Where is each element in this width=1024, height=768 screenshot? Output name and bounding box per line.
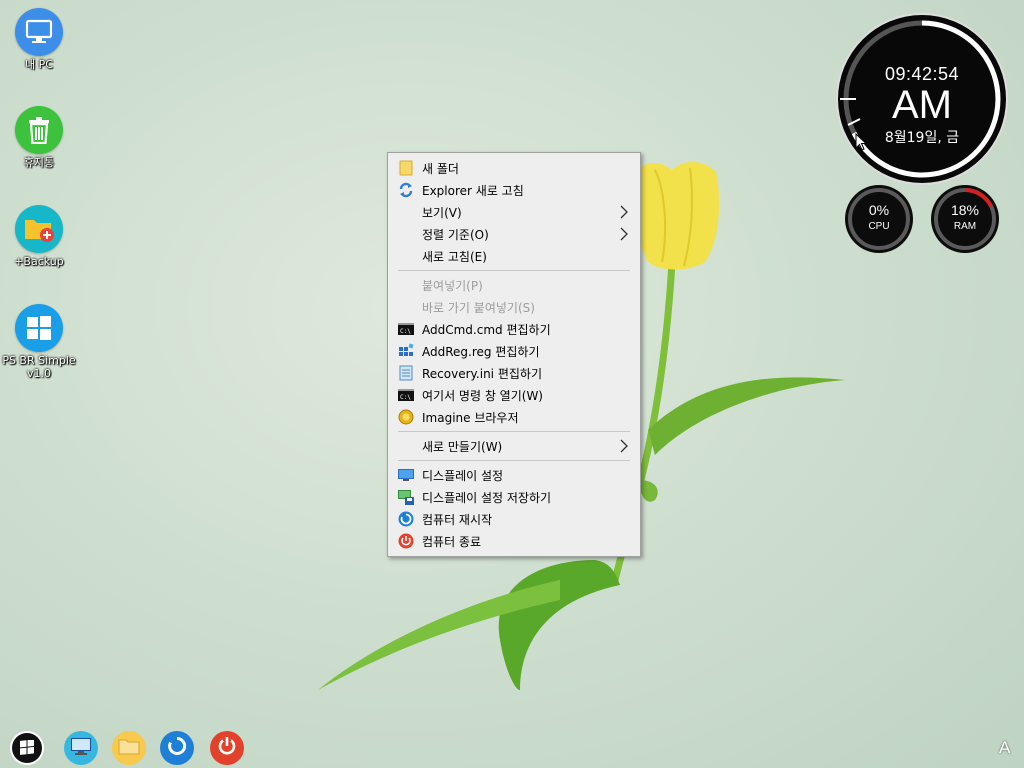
menu-item-display-settings[interactable]: 디스플레이 설정 (388, 464, 640, 486)
cmd-icon: C:\ (398, 321, 414, 337)
taskbar-this-pc[interactable] (64, 731, 98, 765)
restart-icon (166, 735, 188, 761)
menu-separator (398, 431, 630, 432)
menu-item-paste-shortcut[interactable]: 바로 가기 붙여넣기(S) (388, 296, 640, 318)
folder-icon (398, 160, 414, 176)
refresh-icon (398, 182, 414, 198)
start-button[interactable] (10, 731, 44, 765)
clock-ampm: AM (892, 83, 952, 127)
taskbar-file-explorer[interactable] (112, 731, 146, 765)
desktop-icon-recycle-bin[interactable]: 휴지통 (0, 106, 78, 169)
menu-item-label: 보기(V) (422, 205, 462, 220)
menu-item-sort-by[interactable]: 정렬 기준(O) (388, 223, 640, 245)
cmd-icon: C:\ (398, 387, 414, 403)
menu-item-edit-recovery[interactable]: Recovery.ini 편집하기 (388, 362, 640, 384)
power-icon (216, 735, 238, 761)
menu-item-label: 정렬 기준(O) (422, 227, 489, 242)
menu-item-new[interactable]: 새로 만들기(W) (388, 435, 640, 457)
taskbar-restart[interactable] (160, 731, 194, 765)
menu-item-refresh[interactable]: 새로 고침(E) (388, 245, 640, 267)
power-icon (398, 533, 414, 549)
menu-item-label: 컴퓨터 재시작 (422, 512, 493, 527)
menu-item-edit-addcmd[interactable]: C:\ AddCmd.cmd 편집하기 (388, 318, 640, 340)
taskbar-shutdown[interactable] (210, 731, 244, 765)
chevron-right-icon (620, 227, 628, 241)
menu-item-explorer-refresh[interactable]: Explorer 새로 고침 (388, 179, 640, 201)
save-display-icon (398, 489, 414, 505)
menu-item-new-folder[interactable]: 새 폴더 (388, 157, 640, 179)
desktop-icon-my-pc[interactable]: 내 PC (0, 8, 78, 71)
imagine-icon (398, 409, 414, 425)
trash-icon (15, 106, 63, 154)
svg-text:C:\: C:\ (400, 328, 411, 335)
menu-item-label: 붙여넣기(P) (422, 278, 483, 293)
folder-icon (118, 737, 140, 759)
registry-icon (398, 343, 414, 359)
desktop-icon-label: 휴지통 (23, 156, 55, 169)
notepad-icon (398, 365, 414, 381)
start-icon (12, 733, 42, 763)
menu-item-label: 디스플레이 설정 저장하기 (422, 490, 552, 505)
menu-item-view[interactable]: 보기(V) (388, 201, 640, 223)
chevron-right-icon (620, 439, 628, 453)
windows-icon (15, 304, 63, 352)
menu-item-save-display-settings[interactable]: 디스플레이 설정 저장하기 (388, 486, 640, 508)
desktop-icon-label: PS BR Simple (2, 354, 76, 367)
menu-item-label: AddReg.reg 편집하기 (422, 344, 540, 359)
menu-item-restart-computer[interactable]: 컴퓨터 재시작 (388, 508, 640, 530)
monitor-icon (15, 8, 63, 56)
menu-item-paste[interactable]: 붙여넣기(P) (388, 274, 640, 296)
menu-item-label: Recovery.ini 편집하기 (422, 366, 542, 381)
context-menu: 새 폴더 Explorer 새로 고침 보기(V) 정렬 기준(O) 새로 고침… (387, 152, 641, 557)
menu-item-label: Explorer 새로 고침 (422, 183, 524, 198)
mouse-cursor (855, 133, 868, 151)
language-indicator[interactable]: A (999, 738, 1010, 758)
desktop-icon-ps-br-simple[interactable]: PS BR Simple v1.0 (0, 304, 78, 380)
chevron-right-icon (620, 205, 628, 219)
menu-item-label: 컴퓨터 종료 (422, 534, 482, 549)
ram-gauge: 18% RAM (931, 185, 999, 253)
folder-plus-icon (15, 205, 63, 253)
menu-item-label: 새로 만들기(W) (422, 439, 503, 454)
menu-item-edit-addreg[interactable]: AddReg.reg 편집하기 (388, 340, 640, 362)
menu-item-shutdown-computer[interactable]: 컴퓨터 종료 (388, 530, 640, 552)
menu-item-label: AddCmd.cmd 편집하기 (422, 322, 551, 337)
ram-label: RAM (953, 221, 977, 232)
svg-text:C:\: C:\ (400, 394, 411, 401)
display-icon (398, 467, 414, 483)
menu-item-label: 새 폴더 (422, 161, 459, 176)
menu-item-label: 디스플레이 설정 (422, 468, 504, 483)
cpu-gauge: 0% CPU (845, 185, 913, 253)
menu-item-imagine-browser[interactable]: Imagine 브라우저 (388, 406, 640, 428)
menu-separator (398, 270, 630, 271)
menu-item-open-command-window[interactable]: C:\ 여기서 명령 창 열기(W) (388, 384, 640, 406)
menu-item-label: Imagine 브라우저 (422, 410, 519, 425)
desktop-icon-label-version: v1.0 (26, 367, 51, 380)
menu-item-label: 여기서 명령 창 열기(W) (422, 388, 543, 403)
desktop-icon-label: 내 PC (25, 58, 53, 71)
cpu-label: CPU (868, 221, 890, 232)
menu-item-label: 새로 고침(E) (422, 249, 487, 264)
clock-time: 09:42:54 (884, 64, 960, 84)
menu-item-label: 바로 가기 붙여넣기(S) (422, 300, 535, 315)
desktop-icon-backup[interactable]: +Backup (0, 205, 78, 268)
desktop-icon-label: +Backup (14, 255, 64, 268)
menu-separator (398, 460, 630, 461)
restart-icon (398, 511, 414, 527)
clock-widget: 09:42:54 AM 8월19일, 금 (838, 15, 1006, 183)
ram-value: 18% (950, 202, 980, 218)
cpu-value: 0% (868, 202, 890, 218)
monitor-icon (70, 736, 92, 760)
